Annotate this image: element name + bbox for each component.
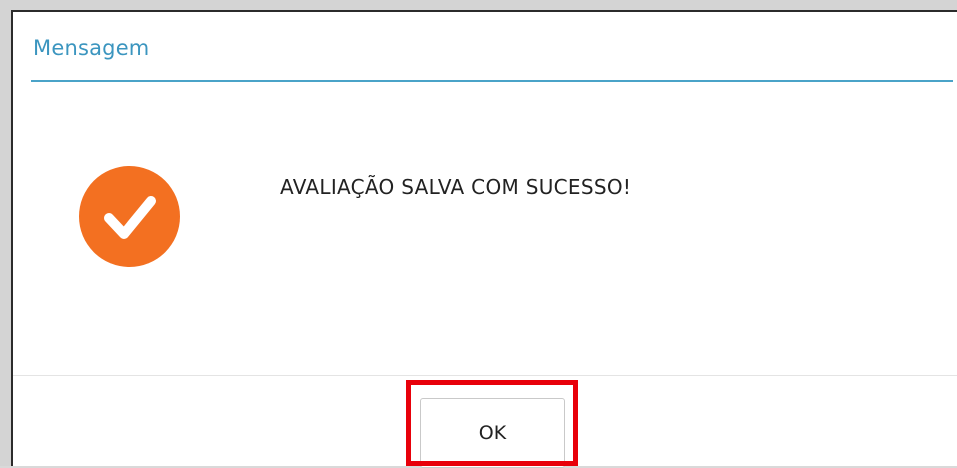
- check-circle-icon: [79, 166, 180, 267]
- dialog-message: AVALIAÇÃO SALVA COM SUCESSO!: [280, 175, 632, 199]
- footer-divider: [13, 375, 957, 376]
- screen-background: Mensagem AVALIAÇÃO SALVA COM SUCESSO! OK: [0, 0, 957, 468]
- dialog-title: Mensagem: [33, 36, 150, 60]
- dialog-header: Mensagem: [31, 34, 953, 82]
- ok-button[interactable]: OK: [420, 398, 565, 468]
- message-dialog: Mensagem AVALIAÇÃO SALVA COM SUCESSO! OK: [11, 10, 957, 468]
